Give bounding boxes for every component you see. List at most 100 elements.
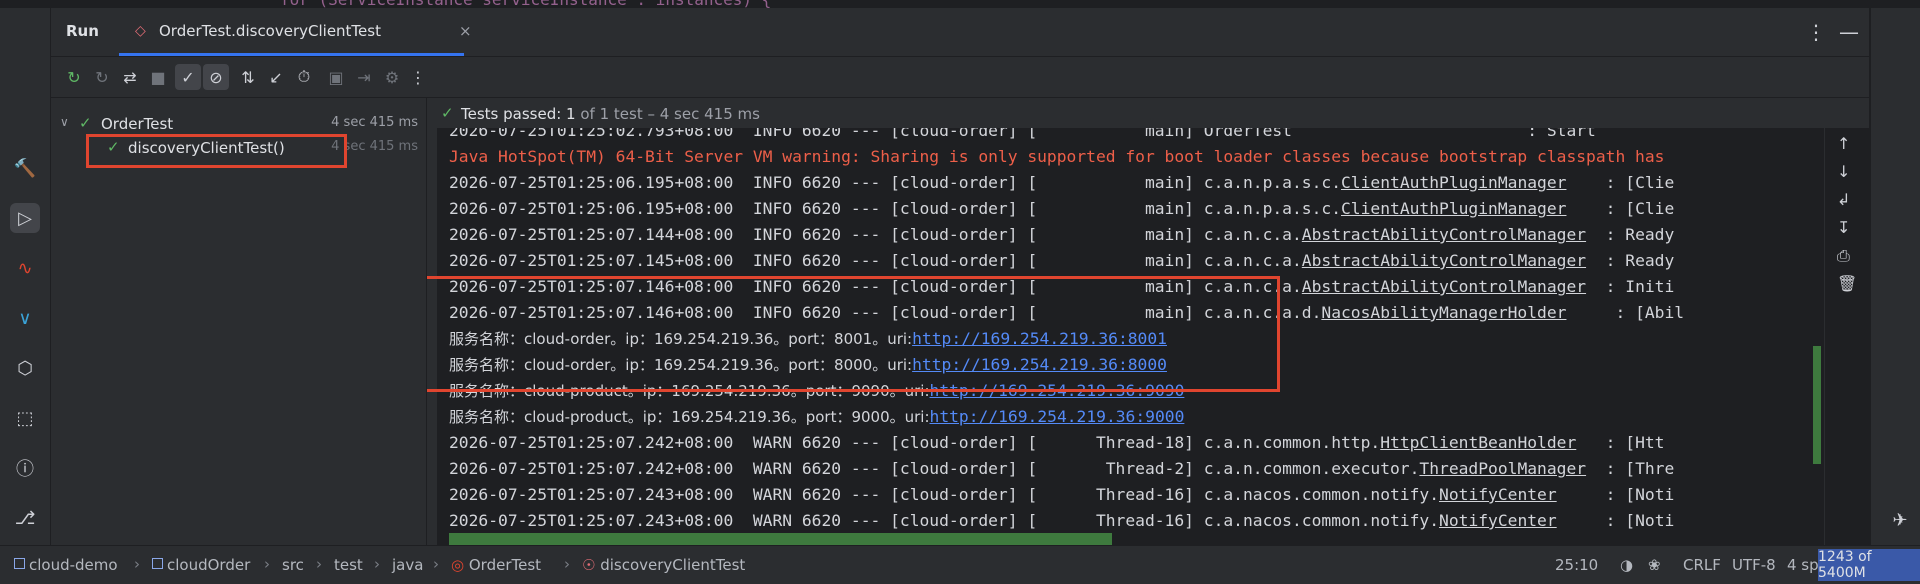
breadcrumb-separator: ›	[564, 555, 570, 573]
tests-status: Tests passed: 1 of 1 test – 4 sec 415 ms	[461, 105, 760, 123]
scroll-marker	[1813, 346, 1821, 464]
breadcrumb-separator: ›	[433, 555, 439, 573]
arrow-down-icon[interactable]: ↓	[1837, 162, 1850, 181]
log-line: 2026-07-25T01:25:02.793+08:00 INFO 6620 …	[449, 128, 1596, 140]
minimize-icon[interactable]: —	[1839, 20, 1859, 44]
run-panel: Run ◇ OrderTest.discoveryClientTest × ⋮ …	[51, 8, 1869, 545]
log-cls[interactable]: ClientAuthPluginManager	[1341, 173, 1566, 192]
right-toolbar: ✈	[1870, 8, 1920, 545]
console-side-toolbar: ↑ ↓ ↲ ↧ ⎙ 🗑	[1824, 128, 1869, 545]
log-pre: 2026-07-25T01:25:07.144+08:00 INFO 6620 …	[449, 225, 1302, 244]
toggle-autotest-icon[interactable]: ⇄	[117, 64, 143, 90]
rerun-failed-icon[interactable]: ↻	[89, 64, 115, 90]
breadcrumb-cloudorder[interactable]: cloudOrder	[152, 556, 250, 574]
tree-label: OrderTest	[101, 115, 174, 133]
log-pre: 2026-07-25T01:25:07.242+08:00 WARN 6620 …	[449, 459, 1420, 478]
ai-icon[interactable]: ❀	[1648, 556, 1661, 574]
copilot-icon[interactable]: ◑	[1620, 556, 1633, 574]
line-separator[interactable]: CRLF	[1683, 556, 1721, 574]
log-line: 2026-07-25T01:25:06.195+08:00 INFO 6620 …	[449, 196, 1674, 222]
service-text: 服务名称：cloud-product。ip：169.254.219.36。por…	[449, 408, 930, 426]
vue-icon[interactable]: ∨	[10, 303, 40, 333]
breadcrumb-label: discoveryClientTest	[600, 556, 746, 574]
log-cls[interactable]: HttpClientBeanHolder	[1380, 433, 1576, 452]
breadcrumb-src[interactable]: src	[282, 556, 304, 574]
show-ignored-icon[interactable]: ⊘	[203, 64, 229, 90]
assistant-icon[interactable]: ✈	[1885, 505, 1915, 535]
show-passed-icon[interactable]: ✓	[175, 64, 201, 90]
log-pre: 2026-07-25T01:25:07.243+08:00 WARN 6620 …	[449, 485, 1440, 504]
breadcrumb-java[interactable]: java	[392, 556, 423, 574]
memory-indicator[interactable]: 1243 of 5400M	[1818, 549, 1920, 581]
chevron-down-icon[interactable]: ∨	[60, 115, 69, 129]
tab-ordertest[interactable]: ◇ OrderTest.discoveryClientTest ×	[119, 8, 472, 56]
log-line: 2026-07-25T01:25:07.242+08:00 WARN 6620 …	[449, 456, 1674, 482]
breadcrumb-separator: ›	[374, 555, 380, 573]
camera-icon[interactable]: ▣	[323, 64, 349, 90]
log-post: : [Noti	[1556, 485, 1675, 504]
collapse-icon[interactable]: ↙	[263, 64, 289, 90]
log-cls[interactable]: AbstractAbilityControlManager	[1302, 251, 1586, 270]
build-hammer-icon[interactable]: 🔨	[10, 153, 40, 183]
scroll-end-icon[interactable]: ↧	[1837, 218, 1850, 237]
more-options-icon[interactable]: ⋮	[1806, 20, 1826, 44]
soft-wrap-icon[interactable]: ↲	[1837, 190, 1850, 209]
close-icon[interactable]: ×	[459, 22, 472, 40]
breadcrumb-label: src	[282, 556, 304, 574]
log-cls[interactable]: NacosAbilityManagerHolder	[1321, 303, 1566, 322]
stop-icon[interactable]: ■	[145, 64, 171, 90]
log-pre: 2026-07-25T01:25:07.243+08:00 WARN 6620 …	[449, 511, 1440, 530]
log-cls[interactable]: AbstractAbilityControlManager	[1302, 277, 1586, 296]
problems-icon[interactable]: ⓘ	[10, 453, 40, 483]
run-icon[interactable]: ▷	[10, 203, 40, 233]
breadcrumb-ordertest[interactable]: ◎ OrderTest	[451, 556, 541, 574]
breadcrumb-discoveryclienttest[interactable]: ☉ discoveryClientTest	[582, 556, 745, 574]
breadcrumb-label: cloudOrder	[167, 556, 251, 574]
arrow-up-icon[interactable]: ↑	[1837, 134, 1850, 153]
terminal-icon[interactable]: ⬚	[10, 403, 40, 433]
caret-position[interactable]: 25:10	[1555, 556, 1598, 574]
rerun-icon[interactable]: ↻	[61, 64, 87, 90]
log-cls[interactable]: AbstractAbilityControlManager	[1302, 225, 1586, 244]
breadcrumb-separator: ›	[316, 555, 322, 573]
breadcrumb-cloud-demo[interactable]: cloud-demo	[14, 556, 118, 574]
profiler-icon[interactable]: ∿	[10, 253, 40, 283]
run-toolbar: ↻ ↻ ⇄ ■ ✓ ⊘ ⇅ ↙ ⏱ ▣ ⇥ ⚙ ⋮	[51, 57, 1869, 98]
tree-row-ordertest[interactable]: ∨ ✓ OrderTest 4 sec 415 ms	[51, 112, 426, 136]
sort-icon[interactable]: ⇅	[235, 64, 261, 90]
log-post: : Ready	[1586, 251, 1675, 270]
log-cls[interactable]: NotifyCenter	[1439, 511, 1557, 530]
console-output[interactable]: 2026-07-25T01:25:02.793+08:00 INFO 6620 …	[427, 128, 1869, 545]
left-toolbar: 🔨 ▷ ∿ ∨ ⬡ ⬚ ⓘ ⎇	[0, 8, 51, 545]
log-post: : Initi	[1586, 277, 1675, 296]
settings-icon[interactable]: ⚙	[379, 64, 405, 90]
log-line: Java HotSpot(TM) 64-Bit Server VM warnin…	[449, 147, 1665, 166]
log-pre: 2026-07-25T01:25:06.195+08:00 INFO 6620 …	[449, 199, 1341, 218]
log-line: 2026-07-25T01:25:07.145+08:00 INFO 6620 …	[449, 248, 1674, 274]
status-passed-count: 1	[566, 105, 576, 123]
trash-icon[interactable]: 🗑	[1837, 274, 1857, 293]
toolbar-more-icon[interactable]: ⋮	[405, 64, 431, 90]
history-icon[interactable]: ⏱	[291, 64, 317, 90]
log-line: 2026-07-25T01:25:07.243+08:00 WARN 6620 …	[449, 508, 1674, 534]
passed-check-icon: ✓	[441, 104, 454, 122]
git-icon[interactable]: ⎇	[10, 503, 40, 533]
class-icon: ◎	[451, 556, 469, 574]
passed-check-icon: ✓	[79, 114, 92, 132]
import-icon[interactable]: ⇥	[351, 64, 377, 90]
log-post: : Ready	[1586, 225, 1675, 244]
log-cls[interactable]: NotifyCenter	[1439, 485, 1557, 504]
test-tree: ∨ ✓ OrderTest 4 sec 415 ms ✓ discoveryCl…	[51, 98, 427, 545]
log-pre: 2026-07-25T01:25:07.145+08:00 INFO 6620 …	[449, 251, 1302, 270]
file-encoding[interactable]: UTF-8	[1732, 556, 1776, 574]
log-cls[interactable]: ClientAuthPluginManager	[1341, 199, 1566, 218]
progress-bar	[449, 533, 1112, 545]
log-cls[interactable]: ThreadPoolManager	[1419, 459, 1586, 478]
service-uri-link[interactable]: http://169.254.219.36:9000	[930, 407, 1185, 426]
log-pre: 2026-07-25T01:25:06.195+08:00 INFO 6620 …	[449, 173, 1341, 192]
log-post: : [Noti	[1556, 511, 1675, 530]
run-title: Run	[66, 22, 99, 40]
print-icon[interactable]: ⎙	[1837, 246, 1850, 266]
breadcrumb-test[interactable]: test	[334, 556, 363, 574]
services-icon[interactable]: ⬡	[10, 353, 40, 383]
